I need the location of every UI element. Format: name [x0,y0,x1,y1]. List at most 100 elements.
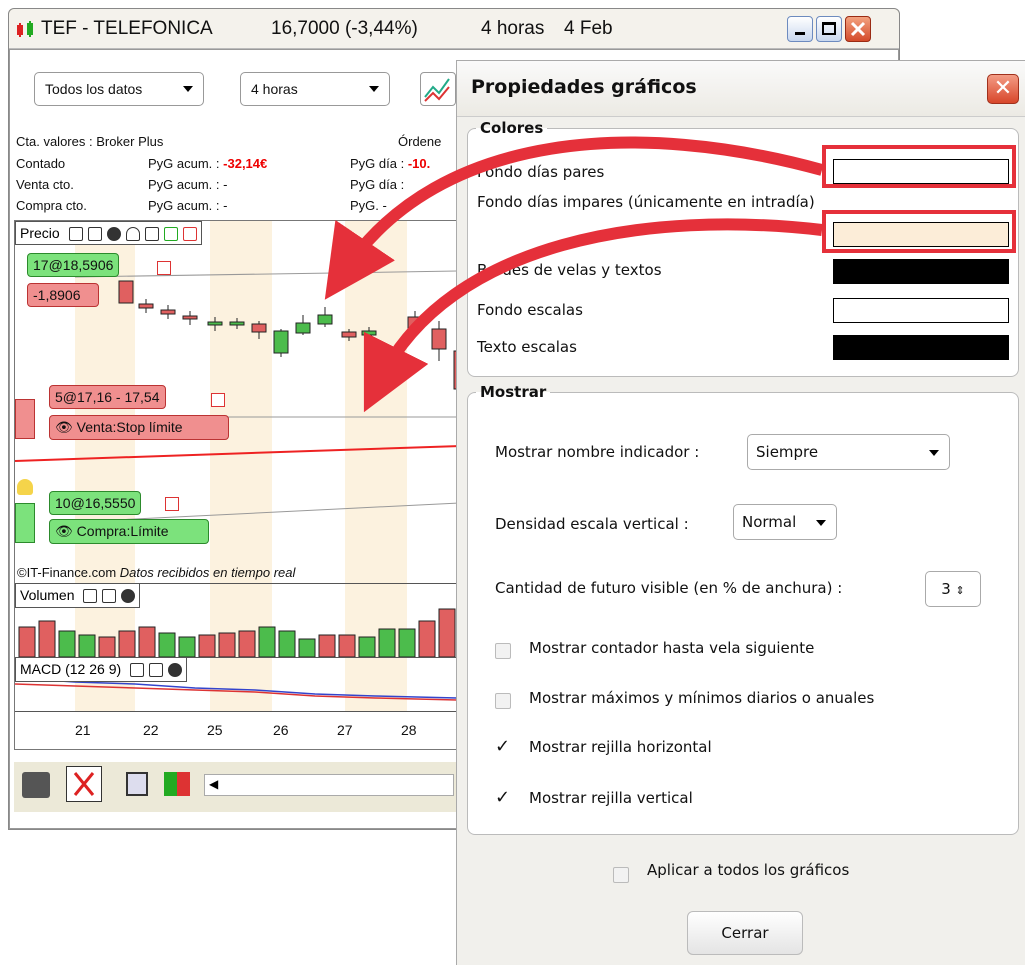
bell-icon[interactable] [17,479,33,495]
apply-all-checkbox[interactable] [613,867,629,883]
vertical-grid-label: Mostrar rejilla vertical [529,789,693,807]
show-legend: Mostrar [480,383,547,401]
wrench-icon[interactable] [130,663,145,678]
apply-all-label: Aplicar a todos los gráficos [647,861,850,879]
scales-bg-label: Fondo escalas [477,301,583,319]
macd-panel-label: MACD (12 26 9) [20,661,122,677]
close-button[interactable]: Cerrar [687,911,803,955]
window-price: 16,7000 (-3,44%) [271,18,418,39]
x-label: 27 [337,722,353,738]
account-label: Cta. valores : Broker Plus [16,134,164,149]
stepper-arrows-icon[interactable]: ⇕ [956,584,965,597]
copyright-text: ©IT-Finance.com Datos recibidos en tiemp… [17,565,295,580]
sell-order-tag[interactable]: 5@17,16 - 17,54 [49,385,166,409]
candle-borders-swatch[interactable] [833,259,1009,284]
dialog-title: Propiedades gráficos [471,76,697,98]
position-tag[interactable]: 17@18,5906 [27,253,120,277]
delete-icon[interactable] [211,393,225,407]
pyg-acum-value: -32,14€ [223,156,268,171]
future-label: Cantidad de futuro visible (en % de anch… [495,579,843,597]
horizontal-grid-checkbox[interactable]: ✓ [495,738,513,756]
pyg-dia-label: PyG día : [350,156,405,171]
sell-order-type[interactable]: 👁 Venta:Stop límite [49,415,229,440]
window-period: 4 horas [481,18,545,39]
indicator-name-select[interactable]: Siempre [747,434,950,470]
scales-text-swatch[interactable] [833,335,1009,360]
window-titlebar: TEF - TELEFONICA 16,7000 (-3,44%) 4 hora… [9,9,899,49]
period-select[interactable]: 4 horas [240,72,390,106]
window-icon[interactable] [149,663,164,678]
buy-order-icon[interactable] [163,227,178,242]
bottom-toolbar: ◀ [14,762,458,812]
window-title: TEF - TELEFONICA [41,18,213,39]
copyright-label: ©IT-Finance.com [17,565,117,580]
pyg-dia-venta: PyG día : [350,177,405,192]
pyg-dia-compra: PyG. - [350,198,387,213]
minimize-button[interactable] [787,16,813,42]
account-row-contado: Contado [16,156,65,171]
delete-icon[interactable] [157,261,171,275]
vertical-grid-checkbox[interactable]: ✓ [495,789,513,807]
pyg-dia-value: . - [375,198,387,213]
x-axis: 21 22 25 26 27 28 [15,711,457,749]
bell-icon[interactable] [125,227,140,242]
close-circle-icon[interactable] [106,227,121,242]
close-icon: ✕ [993,76,1013,101]
buy-order-type-label: Compra:Límite [76,523,169,539]
x-label: 25 [207,722,223,738]
chevron-down-icon [183,86,193,92]
calculator-icon[interactable] [126,772,148,796]
sell-order-icon[interactable] [182,227,197,242]
horizontal-grid-label: Mostrar rejilla horizontal [529,738,712,756]
chart-line-icon [424,78,450,102]
candle-borders-label: Bordes de velas y textos [477,261,662,279]
realtime-label: Datos recibidos en tiempo real [119,565,296,580]
print-icon[interactable] [22,772,50,798]
scales-bg-swatch[interactable] [833,298,1009,323]
even-days-bg-label: Fondo días pares [477,163,605,181]
next-candle-counter-checkbox[interactable] [495,643,511,659]
wrench-icon[interactable] [68,227,83,242]
daily-extremes-label: Mostrar máximos y mínimos diarios o anua… [529,689,875,707]
row-label: Venta cto. [16,177,74,192]
period-value: 4 horas [251,81,298,97]
chevron-down-icon [816,520,826,526]
window-icon[interactable] [87,227,102,242]
window-date: 4 Feb [564,18,613,39]
close-circle-icon[interactable] [168,663,183,678]
buy-order-handle[interactable] [15,503,35,543]
pyg-acum-label: PyG acum. : [148,156,220,171]
hourglass-cross-icon [73,772,95,796]
chart-properties-dialog: Propiedades gráficos ✕ Colores Fondo día… [456,60,1025,965]
close-icon [850,21,866,37]
buy-order-tag[interactable]: 10@16,5550 [49,491,142,515]
pyg-dia-contado: PyG día : -10. [350,156,430,171]
future-stepper[interactable]: 3 ⇕ [925,571,981,607]
maximize-button[interactable] [816,16,842,42]
delete-icon[interactable] [165,497,179,511]
pyg-dia-label: PyG [350,198,376,213]
buy-order-type[interactable]: 👁 Compra:Límite [49,519,209,544]
density-select[interactable]: Normal [733,504,837,540]
data-range-select[interactable]: Todos los datos [34,72,204,106]
sell-order-handle[interactable] [15,399,35,439]
scales-text-label: Texto escalas [477,338,577,356]
horizontal-scrollbar[interactable]: ◀ [204,774,454,796]
price-chart[interactable]: Precio 17@18,5906 -1,8906 5@17,16 - 17,5… [14,220,458,750]
window-close-button[interactable] [845,16,871,42]
indicator-name-label: Mostrar nombre indicador : [495,443,700,461]
pyg-acum-venta: PyG acum. : - [148,177,228,192]
colors-legend: Colores [480,119,544,137]
order-icon[interactable] [144,227,159,242]
remove-orders-button[interactable] [66,766,102,802]
pyg-acum-contado: PyG acum. : -32,14€ [148,156,267,171]
chevron-down-icon [369,86,379,92]
chart-type-button[interactable] [420,72,456,106]
arrow-left-icon[interactable]: ◀ [209,777,218,791]
orders-book-icon[interactable] [164,772,190,796]
dialog-close-button[interactable]: ✕ [987,74,1019,104]
sell-order-type-label: Venta:Stop límite [76,419,183,435]
daily-extremes-checkbox[interactable] [495,693,511,709]
maximize-icon [822,22,836,35]
row-label: Compra cto. [16,198,87,213]
